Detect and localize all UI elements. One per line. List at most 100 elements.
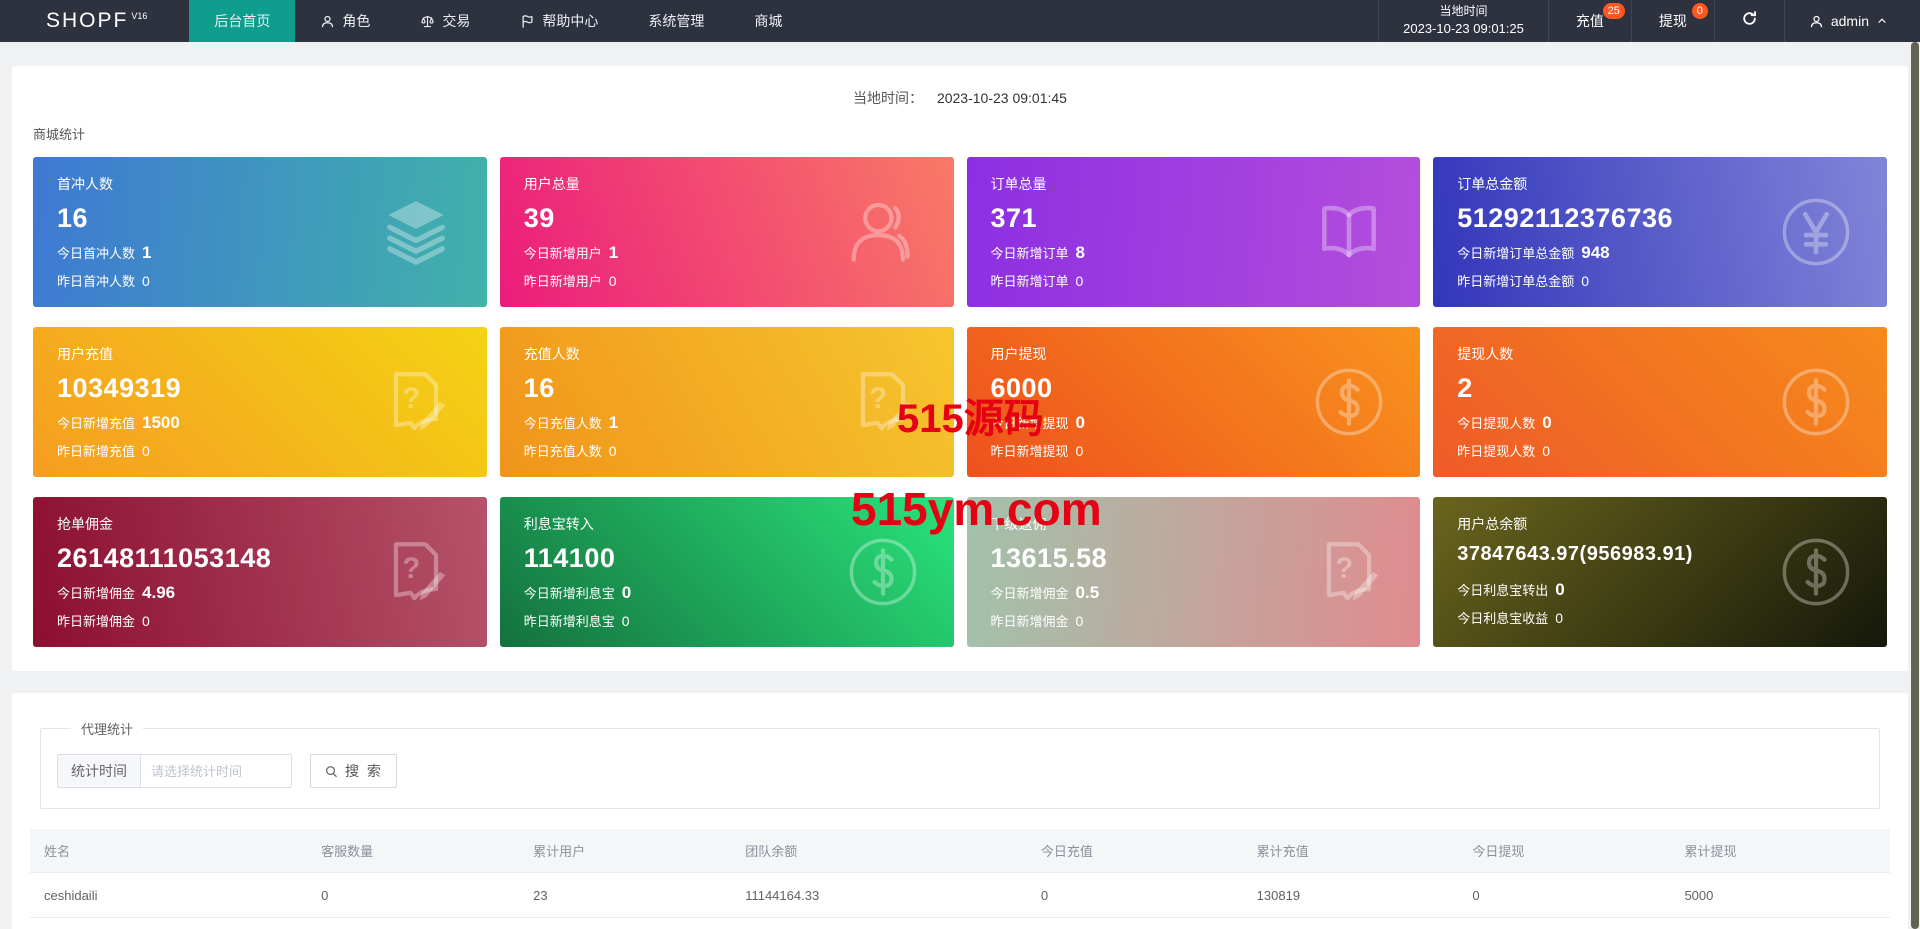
stat-card-line3-label: 昨日新增利息宝 <box>523 614 615 629</box>
search-button[interactable]: 搜 索 <box>310 754 397 788</box>
stat-card-line3-value: 0 <box>1075 273 1084 289</box>
stat-card-title: 用户充值 <box>57 346 113 362</box>
table-cell: 0 <box>1026 917 1243 929</box>
stat-card-line2-label: 今日充值人数 <box>523 416 602 431</box>
withdraw-button[interactable]: 提现 0 <box>1630 0 1714 42</box>
stat-card-value: 16 <box>57 203 89 233</box>
agent-panel: 代理统计 统计时间 搜 索 姓名客服数量累计用户团队余额今日充值累计充值今日提现… <box>12 693 1908 929</box>
stat-card-line2-value: 1 <box>608 243 619 262</box>
table-cell: 0 <box>1458 917 1671 929</box>
agent-table: 姓名 客服数量 累计用户 团队余额 今日充值 累计充值 今日提现 累计提现 ceshidail… <box>30 829 1890 929</box>
navbar-local-time: 当地时间 2023-10-23 09:01:25 <box>1378 0 1548 42</box>
table-cell: ceshidalili2 <box>30 917 308 929</box>
stat-card-line2-label: 今日新增利息宝 <box>523 586 615 601</box>
nav-item-label: 帮助中心 <box>542 13 599 29</box>
stat-card-value: 16 <box>523 373 555 403</box>
stat-card-line3-value: 0 <box>608 273 617 289</box>
nav-item-2[interactable]: 交易 <box>395 0 495 42</box>
stat-card-line2-value: 1500 <box>142 413 180 432</box>
stat-card-line3-value: 0 <box>1075 613 1084 629</box>
refresh-button[interactable] <box>1713 0 1784 42</box>
stat-card-title: 首冲人数 <box>57 176 113 192</box>
flag-icon <box>520 14 535 29</box>
nav-item-1[interactable]: 角色 <box>295 0 395 42</box>
nav-item-5[interactable]: 商城 <box>729 0 807 42</box>
table-cell: 23 <box>519 872 732 918</box>
stat-card-value: 114100 <box>523 543 616 573</box>
watermark-1: 515源码 <box>897 397 1044 441</box>
navbar-right: 当地时间 2023-10-23 09:01:25 充值 25 提现 0 admi… <box>1378 0 1920 42</box>
nav-item-0[interactable]: 后台首页 <box>189 0 296 42</box>
table-cell: 11144164.33 <box>731 872 1027 918</box>
stat-card-title: 用户总量 <box>523 176 580 192</box>
table-cell: 5000 <box>1670 872 1890 918</box>
stat-card-7: 提现人数 2 今日提现人数 0 昨日提现人数 0 <box>1433 327 1887 477</box>
stat-card-line3-label: 昨日新增订单总金额 <box>1457 274 1575 289</box>
scrollbar-thumb[interactable] <box>1911 42 1919 929</box>
page-scrollbar[interactable] <box>1911 42 1919 929</box>
user-menu[interactable]: admin <box>1783 0 1920 42</box>
stat-card-value: 26148111053148 <box>57 543 272 573</box>
content-time-label: 当地时间： <box>853 90 924 106</box>
table-header-3: 团队余额 <box>731 829 1027 873</box>
stat-card-line3-value: 0 <box>1075 443 1084 459</box>
stat-card-value: 37847643.97(956983.91) <box>1457 543 1693 565</box>
stat-card-line2-value: 948 <box>1581 243 1610 262</box>
withdraw-label: 提现 <box>1658 13 1687 29</box>
stat-card-line2-label: 今日新增充值 <box>57 416 136 431</box>
stat-time-label: 统计时间 <box>57 754 140 788</box>
user-nav-icon <box>320 14 335 29</box>
stat-card-line3-value: 0 <box>142 443 150 459</box>
table-cell: 0 <box>1242 917 1459 929</box>
search-button-label: 搜 索 <box>345 763 383 779</box>
withdraw-badge: 0 <box>1691 3 1708 19</box>
agent-table-body: ceshidaili02311144164.33013081905000cesh… <box>30 872 1890 929</box>
stat-card-title: 抢单佣金 <box>57 516 113 532</box>
stat-card-body: 抢单佣金 26148111053148 今日新增佣金 4.96 昨日新增佣金 0 <box>33 497 487 647</box>
nav-items: 后台首页 角色 交易 帮助中心 系统管理 商城 <box>189 0 807 42</box>
nav-item-3[interactable]: 帮助中心 <box>495 0 623 42</box>
stat-time-input[interactable] <box>140 754 292 788</box>
table-header-0: 姓名 <box>30 829 308 873</box>
stat-card-line2-value: 8 <box>1075 243 1085 262</box>
stat-card-line3-label: 昨日新增佣金 <box>57 614 136 629</box>
table-header-4: 今日充值 <box>1026 829 1243 873</box>
local-time-value: 2023-10-23 09:01:25 <box>1403 21 1524 37</box>
table-cell: 0 <box>519 917 732 929</box>
content-time-value: 2023-10-23 09:01:45 <box>936 90 1067 106</box>
nav-item-label: 交易 <box>442 13 471 29</box>
stat-card-line3-value: 0 <box>1542 443 1551 459</box>
recharge-button[interactable]: 充值 25 <box>1547 0 1631 42</box>
nav-item-4[interactable]: 系统管理 <box>623 0 729 42</box>
stat-card-line3-value: 0 <box>142 613 150 629</box>
logo-version: V16 <box>131 11 148 21</box>
stat-card-11: 用户总余额 37847643.97(956983.91) 今日利息宝转出 0 今日利息宝… <box>1433 497 1887 647</box>
stat-card-line2-label: 今日利息宝转出 <box>1457 583 1549 598</box>
user-icon <box>1810 15 1822 27</box>
recharge-badge: 25 <box>1602 3 1625 19</box>
logo-text: SHOPF <box>46 9 129 32</box>
stat-card-title: 提现人数 <box>1457 346 1514 362</box>
stat-card-2: 订单总量 371 今日新增订单 8 昨日新增订单 0 <box>966 157 1421 307</box>
stat-card-line3-value: 0 <box>142 273 150 289</box>
stat-card-line2-value: 1 <box>608 413 619 432</box>
table-row-0: ceshidaili 0 23 11144164.33 0 130819 0 5000 <box>30 872 1890 918</box>
stat-card-line2-value: 1 <box>142 243 152 262</box>
stat-card-value: 39 <box>523 203 555 233</box>
stat-card-line3-label: 昨日新增用户 <box>523 274 602 289</box>
username: admin <box>1830 13 1869 29</box>
stat-card-4: 用户充值 10349319 今日新增充值 1500 昨日新增充值 0? <box>33 327 487 477</box>
stat-card-body: 首冲人数 16 今日首冲人数 1 昨日首冲人数 0 <box>33 157 487 307</box>
refresh-icon <box>1741 10 1758 32</box>
stat-card-body: 提现人数 2 今日提现人数 0 昨日提现人数 0 <box>1433 327 1887 477</box>
agent-table-header-row: 姓名 客服数量 累计用户 团队余额 今日充值 累计充值 今日提现 累计提现 <box>30 829 1890 873</box>
stat-card-line2-label: 今日新增用户 <box>523 246 602 261</box>
stat-card-line2-label: 今日新增佣金 <box>57 586 136 601</box>
stat-card-line2-value: 4.96 <box>142 583 176 602</box>
stat-card-line3-value: 0 <box>1555 610 1564 626</box>
stat-card-body: 充值人数 16 今日充值人数 1 昨日充值人数 0 <box>500 327 954 477</box>
stat-card-line2-value: 0 <box>1075 413 1085 432</box>
nav-item-label: 商城 <box>754 13 783 29</box>
stat-card-line2-label: 今日新增订单总金额 <box>1457 246 1575 261</box>
table-cell: 0 <box>307 917 520 929</box>
